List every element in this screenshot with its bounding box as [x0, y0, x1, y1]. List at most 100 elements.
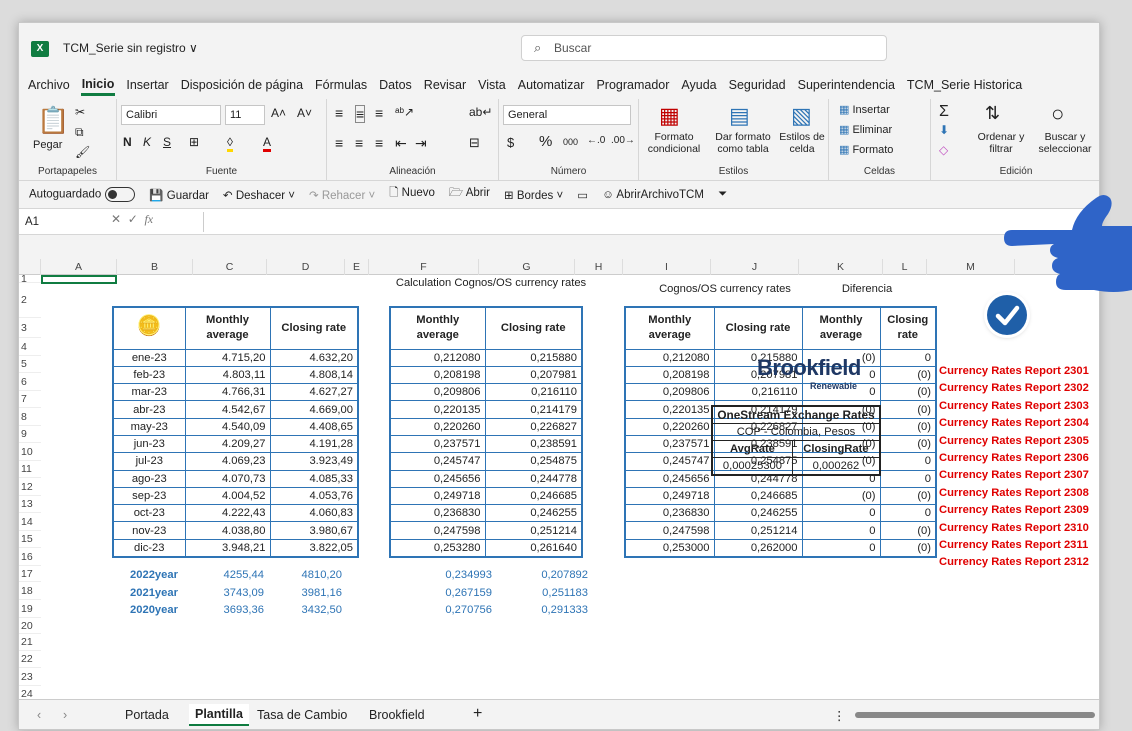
- menu-insertar[interactable]: Insertar: [125, 76, 169, 94]
- cop-monthly-average[interactable]: 3743,09: [193, 585, 267, 602]
- row-header-10[interactable]: 10: [19, 443, 41, 461]
- closing-rate-cell[interactable]: 4.053,76: [269, 486, 359, 506]
- monthly-average-cell[interactable]: 0,249718: [389, 486, 486, 506]
- autosave-toggle[interactable]: Autoguardado: [29, 187, 136, 202]
- prev-sheet-icon[interactable]: ‹: [37, 708, 41, 722]
- cell-styles-button[interactable]: Estilos de celda: [777, 131, 827, 155]
- month-cell[interactable]: jul-23: [112, 452, 186, 471]
- monthly-average-cell[interactable]: 0,212080: [624, 348, 715, 367]
- monthly-average-cell[interactable]: 4.070,73: [184, 469, 271, 488]
- column-header-d[interactable]: D: [267, 259, 345, 275]
- row-header-12[interactable]: 12: [19, 478, 41, 496]
- closing-rate-cell[interactable]: 4.191,28: [269, 434, 359, 454]
- closing-rate-cell[interactable]: 0,244778: [484, 469, 583, 488]
- monthly-average-cell[interactable]: 0,245747: [389, 452, 486, 471]
- row-header-8[interactable]: 8: [19, 408, 41, 426]
- diff-closing-cell[interactable]: (0): [879, 383, 937, 402]
- align-center-icon[interactable]: ≡: [355, 135, 363, 151]
- thousands-icon[interactable]: 000: [563, 137, 578, 147]
- row-header-2[interactable]: 2: [19, 283, 41, 318]
- sheet-tab-plantilla[interactable]: Plantilla: [189, 704, 249, 726]
- increase-indent-icon[interactable]: ⇥: [415, 135, 427, 152]
- closing-rate-cell[interactable]: 4.627,27: [269, 383, 359, 402]
- monthly-average-cell[interactable]: 4.209,27: [184, 434, 271, 454]
- monthly-average-cell[interactable]: 4.069,23: [184, 452, 271, 471]
- closing-rate-cell[interactable]: 0,226827: [484, 417, 583, 436]
- autosum-icon[interactable]: Σ: [939, 103, 949, 121]
- format-table-icon[interactable]: ▤: [729, 103, 750, 129]
- sheet-tab-brookfield[interactable]: Brookfield: [369, 708, 425, 722]
- diff-closing-cell[interactable]: (0): [879, 521, 937, 540]
- monthly-average-cell[interactable]: 0,209806: [624, 383, 715, 402]
- month-cell[interactable]: oct-23: [112, 504, 186, 523]
- row-header-18[interactable]: 18: [19, 582, 41, 600]
- format-table-button[interactable]: Dar formato como tabla: [711, 131, 775, 155]
- row-header-21[interactable]: 21: [19, 634, 41, 651]
- month-cell[interactable]: nov-23: [112, 521, 186, 540]
- diff-monthly-cell[interactable]: 0: [801, 504, 881, 523]
- monthly-average-cell[interactable]: 0,208198: [624, 365, 715, 385]
- confirm-icon[interactable]: ✓: [128, 212, 138, 226]
- monthly-average-cell[interactable]: 0,209806: [389, 383, 486, 402]
- italic-icon[interactable]: K: [143, 135, 151, 149]
- month-cell[interactable]: dic-23: [112, 538, 186, 558]
- row-header-9[interactable]: 9: [19, 426, 41, 443]
- closing-rate-cell[interactable]: 0,215880: [484, 348, 583, 367]
- usd-monthly-average[interactable]: 0,270756: [399, 602, 495, 619]
- monthly-average-cell[interactable]: 0,253280: [389, 538, 486, 558]
- conditional-format-icon[interactable]: ▦: [659, 103, 680, 129]
- column-header-a[interactable]: A: [41, 259, 117, 275]
- menu-programador[interactable]: Programador: [595, 76, 670, 94]
- closing-rate-cell[interactable]: 0,251214: [713, 521, 803, 540]
- cop-closing-rate[interactable]: 4810,20: [267, 567, 345, 584]
- more-options-icon[interactable]: ⋮: [833, 708, 846, 723]
- monthly-average-cell[interactable]: 4.540,09: [184, 417, 271, 436]
- usd-monthly-average[interactable]: 0,234993: [399, 567, 495, 584]
- menu-f-rmulas[interactable]: Fórmulas: [314, 76, 368, 94]
- percent-icon[interactable]: %: [539, 133, 552, 150]
- orientation-icon[interactable]: ᵃᵇ↗: [395, 105, 414, 119]
- underline-icon[interactable]: S: [163, 135, 171, 149]
- closing-rate-cell[interactable]: 4.632,20: [269, 348, 359, 367]
- monthly-average-cell[interactable]: 0,212080: [389, 348, 486, 367]
- closing-rate-cell[interactable]: 4.085,33: [269, 469, 359, 488]
- font-shrink-icon[interactable]: A˅: [297, 106, 312, 120]
- column-header-e[interactable]: E: [345, 259, 369, 275]
- report-link[interactable]: Currency Rates Report 2308: [939, 485, 1089, 502]
- monthly-average-cell[interactable]: 0,237571: [389, 434, 486, 454]
- decrease-decimal-icon[interactable]: .00→: [611, 135, 635, 146]
- monthly-average-cell[interactable]: 4.803,11: [184, 365, 271, 385]
- clear-icon[interactable]: ◇: [939, 143, 948, 157]
- closing-rate-cell[interactable]: 3.822,05: [269, 538, 359, 558]
- cancel-icon[interactable]: ✕: [111, 212, 121, 226]
- monthly-average-cell[interactable]: 0,247598: [389, 521, 486, 540]
- fill-color-icon[interactable]: ◊: [227, 135, 233, 152]
- monthly-average-cell[interactable]: 0,245747: [624, 452, 715, 471]
- row-header-3[interactable]: 3: [19, 318, 41, 338]
- usd-closing-rate[interactable]: 0,207892: [495, 567, 591, 584]
- row-header-4[interactable]: 4: [19, 338, 41, 356]
- report-link[interactable]: Currency Rates Report 2302: [939, 380, 1089, 397]
- row-header-7[interactable]: 7: [19, 391, 41, 408]
- row-header-14[interactable]: 14: [19, 513, 41, 531]
- closing-rate-cell[interactable]: 0,262000: [713, 538, 803, 558]
- usd-monthly-average[interactable]: 0,267159: [399, 585, 495, 602]
- closing-rate-cell[interactable]: 3.923,49: [269, 452, 359, 471]
- report-link[interactable]: Currency Rates Report 2309: [939, 502, 1089, 519]
- closing-rate-cell[interactable]: 0,251214: [484, 521, 583, 540]
- next-sheet-icon[interactable]: ›: [63, 708, 67, 722]
- year-label[interactable]: 2020year: [119, 602, 189, 619]
- undo-button[interactable]: ↶ Deshacer ˅: [223, 188, 295, 202]
- column-header-c[interactable]: C: [193, 259, 267, 275]
- row-header-13[interactable]: 13: [19, 496, 41, 513]
- row-header-19[interactable]: 19: [19, 600, 41, 618]
- sort-filter-button[interactable]: Ordenar y filtrar: [971, 131, 1031, 155]
- menu-datos[interactable]: Datos: [378, 76, 413, 94]
- cut-icon[interactable]: ✂: [75, 105, 85, 119]
- insert-button[interactable]: ▦ Insertar: [839, 103, 890, 116]
- bold-icon[interactable]: N: [123, 135, 132, 149]
- number-format-select[interactable]: General: [503, 105, 631, 125]
- closing-rate-cell[interactable]: 0,216110: [713, 383, 803, 402]
- monthly-average-cell[interactable]: 4.766,31: [184, 383, 271, 402]
- column-header-l[interactable]: L: [883, 259, 927, 275]
